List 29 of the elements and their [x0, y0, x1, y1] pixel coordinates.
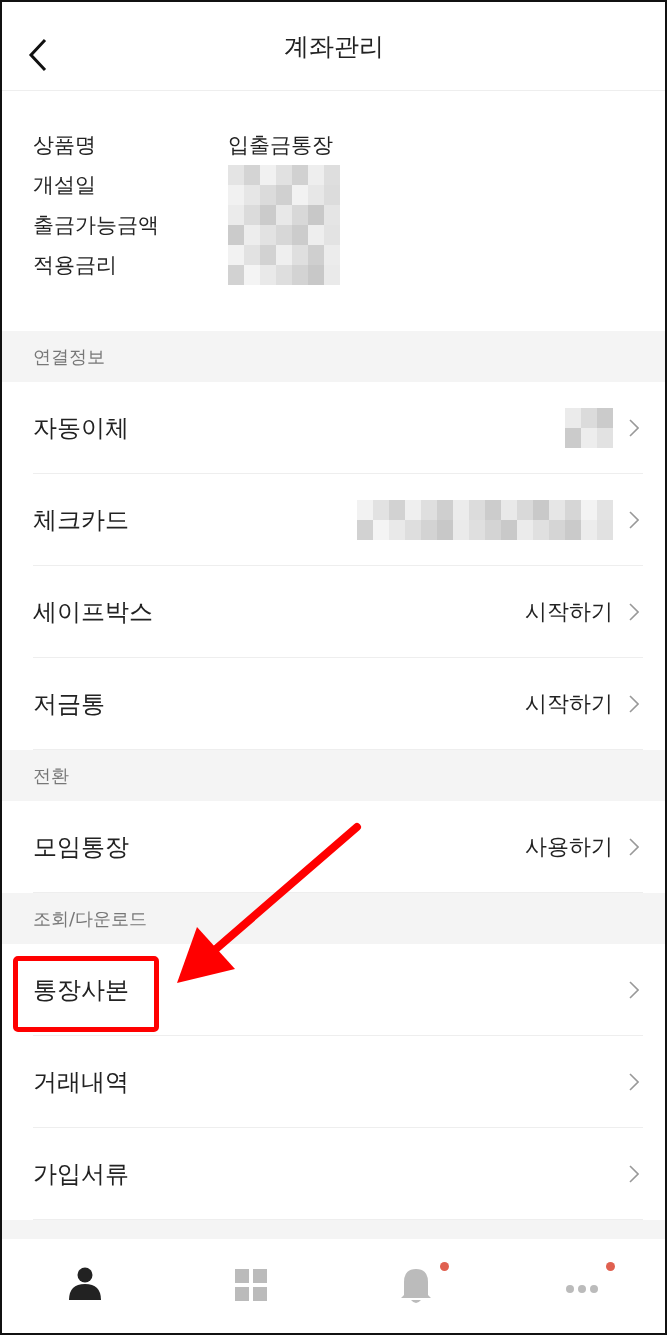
- chevron-right-icon: [629, 602, 639, 621]
- chevron-right-icon: [629, 418, 639, 437]
- section-header: 전환: [2, 750, 665, 801]
- info-value: 입출금통장: [228, 132, 333, 159]
- menu-item-label[interactable]: 자동이체: [33, 411, 129, 444]
- menu-item-label[interactable]: 모임통장: [33, 830, 129, 863]
- info-label: 적용금리: [33, 252, 118, 279]
- info-label: 상품명: [33, 132, 97, 159]
- chevron-right-icon: [629, 1164, 639, 1183]
- menu-item-value: 시작하기: [525, 597, 613, 626]
- menu-item-label[interactable]: 저금통: [33, 687, 105, 720]
- chevron-right-icon: [629, 980, 639, 999]
- chevron-right-icon: [629, 837, 639, 856]
- section-header: 조회/다운로드: [2, 893, 665, 944]
- menu-item-label[interactable]: 통장사본: [33, 973, 129, 1006]
- info-label: 개설일: [33, 172, 97, 199]
- menu-item-value: 사용하기: [525, 832, 613, 861]
- menu-item-label[interactable]: 거래내역: [33, 1065, 129, 1098]
- info-label: 출금가능금액: [33, 212, 160, 239]
- section-header: 연결정보: [2, 331, 665, 382]
- menu-item-label[interactable]: 체크카드: [33, 503, 129, 536]
- chevron-right-icon: [629, 694, 639, 713]
- menu-item-label[interactable]: 가입서류: [33, 1157, 129, 1190]
- menu-item-label[interactable]: 세이프박스: [33, 595, 153, 628]
- menu-item-value: 시작하기: [525, 689, 613, 718]
- back-icon[interactable]: [28, 38, 48, 72]
- chevron-right-icon: [629, 510, 639, 529]
- page-title: 계좌관리: [283, 30, 384, 63]
- chevron-right-icon: [629, 1072, 639, 1091]
